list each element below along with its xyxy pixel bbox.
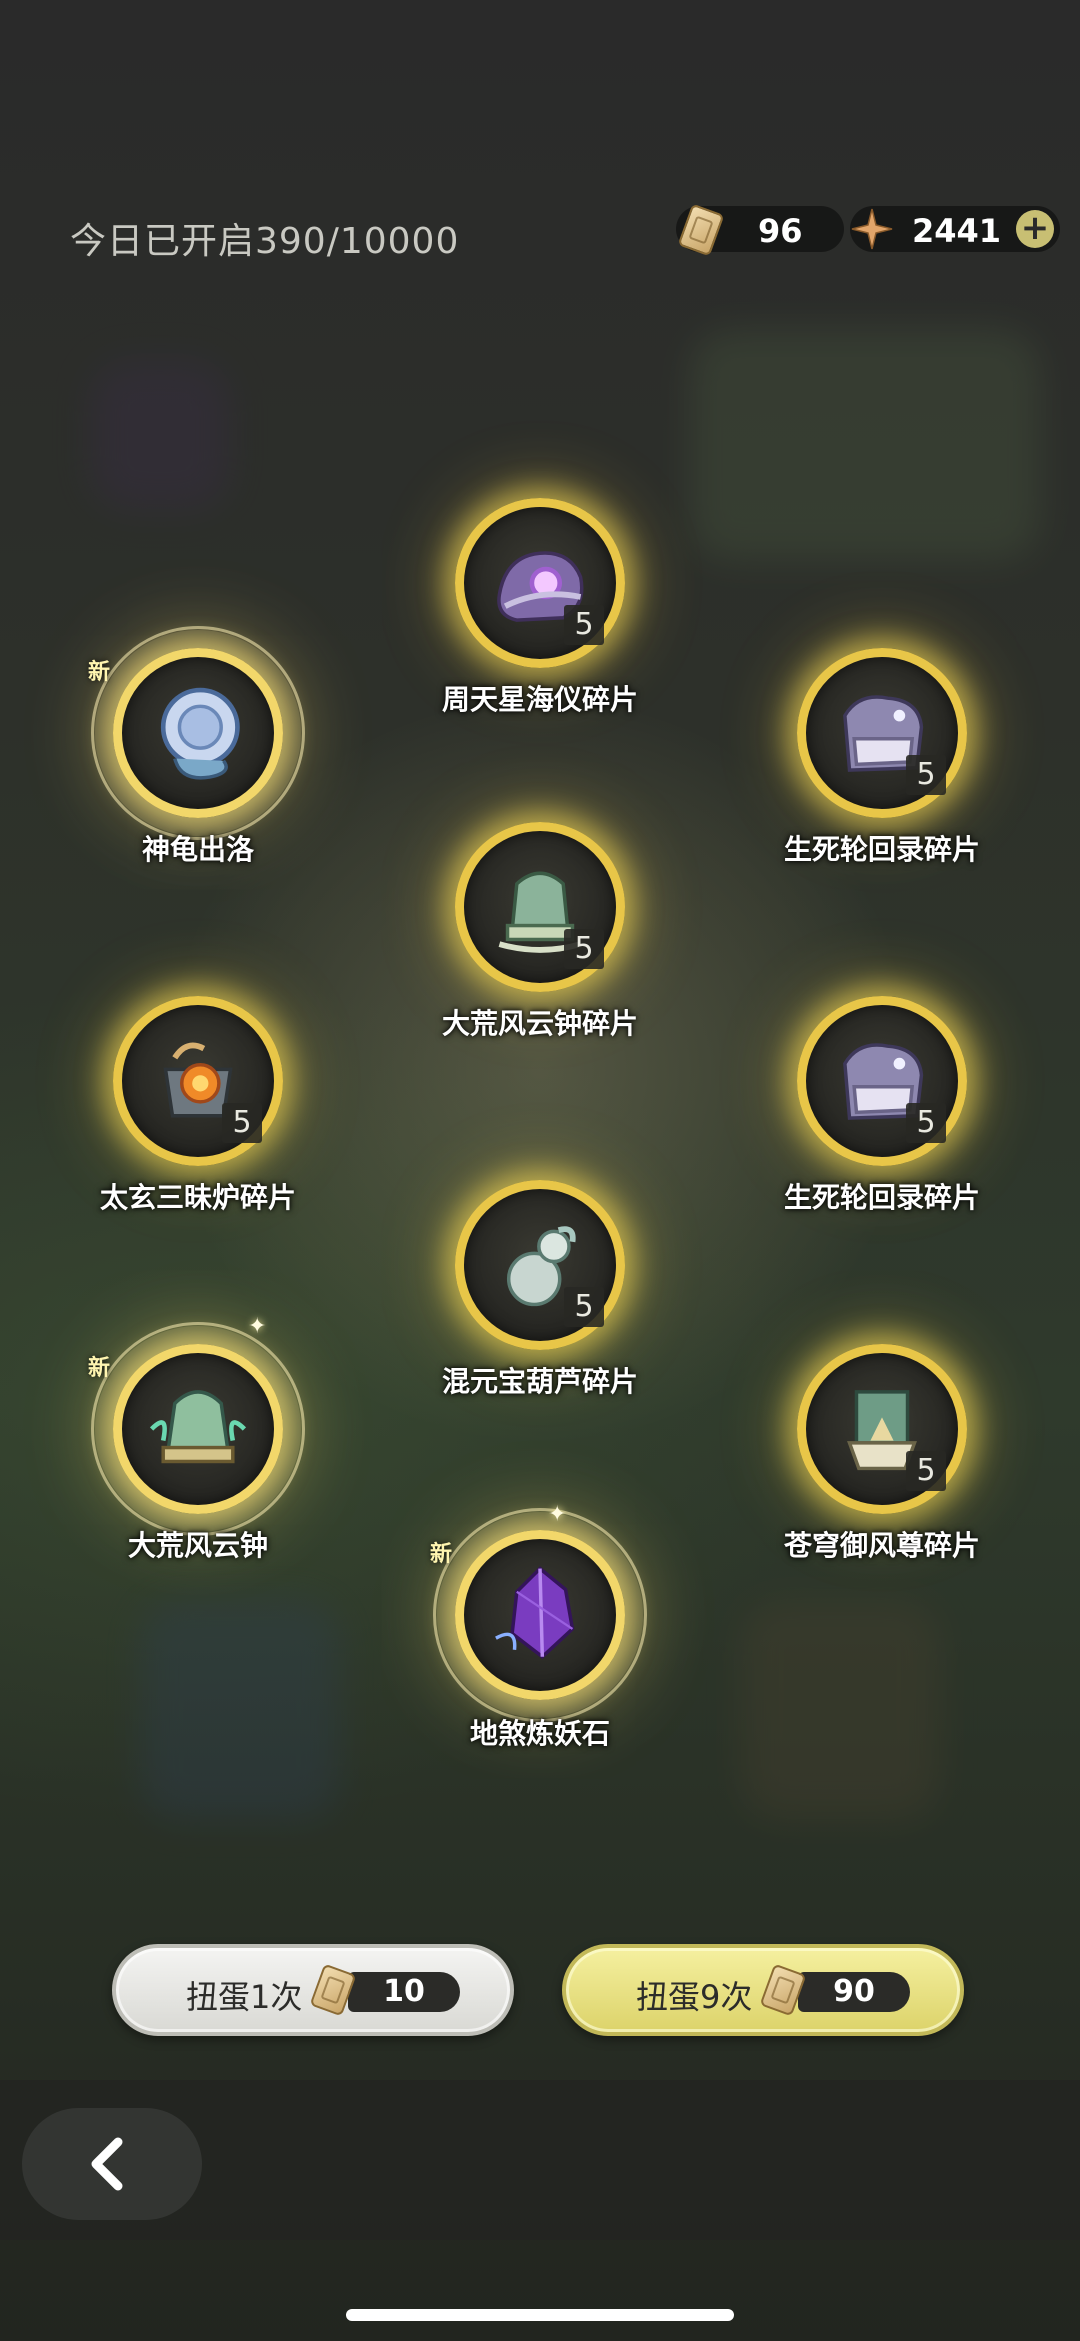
ticket-balance: 96 xyxy=(676,203,844,257)
reward-orb xyxy=(113,1344,283,1514)
draw-nine-cost: 90 xyxy=(798,1972,910,2012)
item-count: 5 xyxy=(564,1287,604,1327)
sparkle-decoration: ✦ xyxy=(248,1314,267,1339)
blurred-bg-panel xyxy=(140,1600,340,1820)
reward-orb: 5 xyxy=(797,648,967,818)
daily-open-counter: 今日已开启390/10000 xyxy=(70,221,460,262)
new-badge: 新 xyxy=(430,1542,453,1567)
star-balance: 2441 + xyxy=(850,206,1060,252)
draw-once-cost: 10 xyxy=(348,1972,460,2012)
reward-orb: 5 xyxy=(797,1344,967,1514)
blurred-bg-panel xyxy=(740,1600,940,1820)
back-arrow-icon xyxy=(91,2137,123,2191)
reward-orb: 5 xyxy=(113,996,283,1166)
draw-once-label: 扭蛋1次 xyxy=(186,1978,303,2016)
home-indicator[interactable] xyxy=(346,2309,734,2321)
item-name: 混元宝葫芦碎片 xyxy=(441,1365,638,1398)
item-count: 5 xyxy=(906,755,946,795)
new-badge: 新 xyxy=(88,1356,111,1381)
draw-nine-label: 扭蛋9次 xyxy=(636,1978,753,2016)
item-name: 大荒风云钟 xyxy=(127,1529,268,1562)
item-name: 神龟出洛 xyxy=(141,833,254,866)
item-name: 生死轮回录碎片 xyxy=(783,1181,980,1214)
sparkle-decoration: ✦ xyxy=(548,1502,567,1527)
top-bar: 今日已开启390/10000 96 2441 + xyxy=(0,190,1080,270)
blurred-bg-panel xyxy=(90,360,230,510)
item-name: 生死轮回录碎片 xyxy=(783,833,980,866)
demon-refining-stone-icon xyxy=(495,1566,575,1660)
draw-nine-button[interactable]: 扭蛋9次 90 xyxy=(562,1944,964,2036)
item-count: 5 xyxy=(906,1103,946,1143)
item-name: 地煞炼妖石 xyxy=(469,1717,610,1750)
blurred-bg-panel xyxy=(690,330,1040,560)
item-name: 大荒风云钟碎片 xyxy=(441,1007,638,1040)
reward-orb xyxy=(113,648,283,818)
item-name: 苍穹御风尊碎片 xyxy=(783,1529,980,1562)
item-count: 5 xyxy=(564,605,604,645)
ticket-icon xyxy=(677,203,725,257)
four-point-star-icon xyxy=(851,208,893,250)
wind-cloud-bell-icon xyxy=(149,1390,247,1464)
divine-turtle-icon xyxy=(160,687,240,780)
item-name: 太玄三昧炉碎片 xyxy=(99,1181,296,1214)
item-count: 5 xyxy=(906,1451,946,1491)
ticket-count: 96 xyxy=(758,212,803,250)
reward-orb: 5 xyxy=(797,996,967,1166)
reward-orb xyxy=(455,1530,625,1700)
add-currency-button[interactable]: + xyxy=(1016,210,1054,248)
reward-orb: 5 xyxy=(455,498,625,668)
back-button[interactable] xyxy=(22,2108,202,2220)
draw-once-button[interactable]: 扭蛋1次 10 xyxy=(112,1944,514,2036)
new-badge: 新 xyxy=(88,660,111,685)
star-count: 2441 xyxy=(912,212,1002,250)
item-count: 5 xyxy=(222,1103,262,1143)
item-name: 周天星海仪碎片 xyxy=(441,683,638,716)
reward-orb: 5 xyxy=(455,1180,625,1350)
item-count: 5 xyxy=(564,929,604,969)
reward-orb: 5 xyxy=(455,822,625,992)
